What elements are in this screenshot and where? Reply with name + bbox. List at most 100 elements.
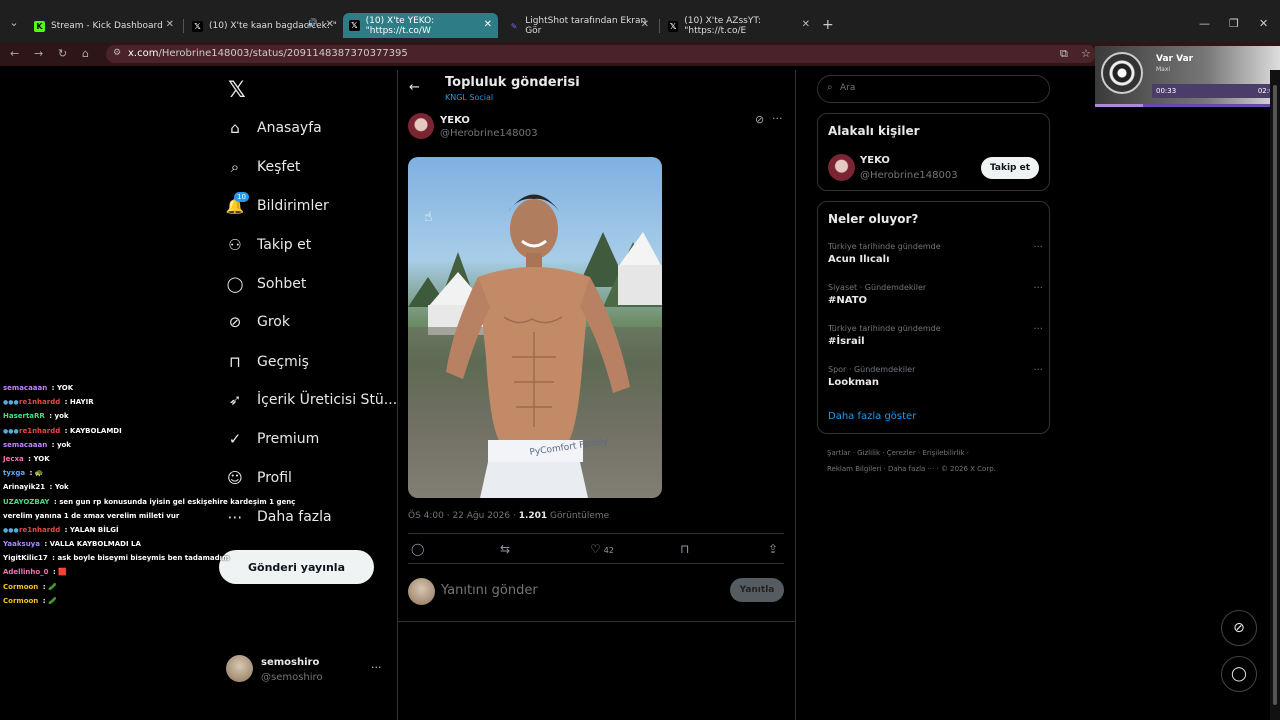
related-name[interactable]: YEKO: [860, 155, 890, 166]
chat-username[interactable]: re1nhardd: [19, 427, 60, 435]
repost-icon[interactable]: ⇆: [500, 542, 510, 556]
sidebar-item-1[interactable]: ⌕ Keşfet: [226, 154, 301, 180]
close-tab-icon[interactable]: ✕: [166, 19, 174, 30]
chat-username[interactable]: semacaaan: [3, 441, 47, 449]
search-icon: ⌕: [230, 158, 240, 176]
window-close-button[interactable]: ✕: [1259, 17, 1268, 30]
author-name[interactable]: YEKO: [440, 115, 470, 126]
avatar: [408, 578, 435, 605]
minimize-button[interactable]: —: [1199, 17, 1210, 30]
search-input[interactable]: ⌕ Ara: [817, 75, 1050, 103]
more-icon[interactable]: ···: [1033, 324, 1043, 335]
chat-username[interactable]: re1nhardd: [19, 398, 60, 406]
chat-username[interactable]: Adellinho_0: [3, 568, 49, 576]
follow-button[interactable]: Takip et: [981, 157, 1039, 179]
speaker-icon[interactable]: 🔊: [307, 19, 318, 29]
url-field[interactable]: ⚙ x.com/Herobrine148003/status/209114838…: [106, 45, 1096, 63]
post-image[interactable]: PyComfort Family ☝: [408, 157, 662, 498]
view-count: 1.201: [518, 511, 548, 521]
cast-icon[interactable]: ⧉: [1060, 47, 1068, 61]
trend-item[interactable]: Türkiye tarihinde gündemde #İsrail ···: [828, 324, 1043, 347]
chat-message: Cormoon : 🥒: [3, 582, 57, 591]
chat-username[interactable]: tyxga: [3, 469, 25, 477]
bookmark-icon[interactable]: ⊓: [680, 542, 689, 556]
trends-box: Neler oluyor? Türkiye tarihinde gündemde…: [817, 201, 1050, 434]
home-icon: ⌂: [230, 119, 240, 137]
sidebar-item-2[interactable]: 🔔 10 Bildirimler: [226, 192, 329, 219]
tab-x-kaan[interactable]: 𝕏 (10) X'te kaan bagdacicek: " 🔊 ✕: [186, 15, 340, 37]
tab-lightshot[interactable]: ✎ LightShot tarafından Ekran Gör ✕: [503, 15, 655, 37]
x-logo-icon[interactable]: 𝕏: [228, 78, 246, 103]
avatar[interactable]: [828, 154, 855, 181]
song-artist: Maxi: [1156, 66, 1171, 73]
reply-button[interactable]: Yanıtla: [730, 578, 784, 602]
tab-x-yeko[interactable]: 𝕏 (10) X'te YEKO: "https://t.co/W ✕: [343, 13, 498, 38]
new-tab-button[interactable]: +: [822, 17, 834, 33]
chat-username[interactable]: Yaaksuya: [3, 540, 40, 548]
tab-x-azssyt[interactable]: 𝕏 (10) X'te AZssYT: "https://t.co/E ✕: [662, 15, 816, 37]
author-avatar[interactable]: [408, 113, 434, 139]
chat-username[interactable]: Cormoon: [3, 597, 38, 605]
tab-search-menu-icon[interactable]: ⌄: [6, 16, 22, 32]
more-icon[interactable]: ···: [1033, 283, 1043, 294]
sidebar-item-label: Sohbet: [257, 276, 307, 292]
chat-username[interactable]: semacaaan: [3, 384, 47, 392]
trend-title: Lookman: [828, 377, 880, 388]
chat-username[interactable]: Arinayik21: [3, 483, 45, 491]
author-handle[interactable]: @Herobrine148003: [440, 128, 538, 139]
close-tab-icon[interactable]: ✕: [641, 19, 649, 30]
show-more-link[interactable]: Daha fazla göster: [828, 411, 916, 422]
close-tab-icon[interactable]: ✕: [326, 19, 334, 30]
music-player-widget: Var Var Maxi 00:33 02:06: [1095, 46, 1280, 107]
chat-username[interactable]: YigitKilic17: [3, 554, 48, 562]
sidebar-item-4[interactable]: ◯ Sohbet: [226, 271, 307, 297]
footer-links-1[interactable]: Şartlar · Gizlilik · Çerezler · Erişileb…: [827, 449, 969, 457]
chat-username[interactable]: Jecxa: [3, 455, 24, 463]
views-label: Görüntüleme: [550, 511, 610, 521]
site-info-icon[interactable]: ⚙: [113, 48, 121, 58]
more-icon[interactable]: ···: [1033, 242, 1043, 253]
trend-item[interactable]: Türkiye tarihinde gündemde Acun Ilıcalı ··…: [828, 242, 1043, 265]
post-timestamp[interactable]: ÖS 4:00 · 22 Ağu 2026 ·: [408, 511, 519, 521]
url-path: /Herobrine148003/status/2091148387370377…: [158, 48, 408, 59]
footer-links-2[interactable]: Reklam Bilgileri · Daha fazla ··· · © 20…: [827, 465, 996, 473]
community-link[interactable]: KNGL Social: [445, 93, 493, 102]
sidebar-item-5[interactable]: ⊘ Grok: [226, 309, 290, 335]
grok-icon[interactable]: ⊘: [755, 113, 764, 126]
bookmark-star-icon[interactable]: ☆: [1081, 47, 1091, 60]
back-nav-icon[interactable]: ←: [10, 47, 19, 60]
trend-item[interactable]: Spor · Gündemdekiler Lookman ···: [828, 365, 1043, 388]
close-tab-icon[interactable]: ✕: [802, 19, 810, 30]
chat-username[interactable]: HasertaRR: [3, 412, 45, 420]
reply-icon[interactable]: ◯: [411, 542, 424, 556]
more-icon[interactable]: ···: [772, 112, 783, 125]
share-icon[interactable]: ⇪: [768, 542, 778, 556]
like-button[interactable]: ♡ 42: [590, 542, 614, 556]
messages-fab-icon[interactable]: ◯: [1221, 656, 1257, 692]
more-icon[interactable]: ···: [1033, 365, 1043, 376]
trend-item[interactable]: Siyaset · Gündemdekiler #NATO ···: [828, 283, 1043, 306]
sidebar-item-label: Bildirimler: [257, 198, 329, 214]
grok-fab-icon[interactable]: ⊘: [1221, 610, 1257, 646]
home-nav-icon[interactable]: ⌂: [82, 47, 89, 60]
sidebar-item-3[interactable]: ⚇ Takip et: [226, 232, 311, 258]
chat-message: Adellinho_0 : 🟥: [3, 568, 67, 577]
reply-input[interactable]: Yanıtını gönder: [441, 583, 538, 598]
chat-text: 🐢: [34, 469, 44, 478]
more-icon[interactable]: ···: [371, 661, 382, 674]
close-tab-icon[interactable]: ✕: [484, 19, 492, 30]
sidebar-item-0[interactable]: ⌂ Anasayfa: [226, 115, 321, 141]
chat-username[interactable]: UZAYOZBAY: [3, 498, 50, 506]
trend-title: Acun Ilıcalı: [828, 254, 890, 265]
restore-button[interactable]: ❐: [1229, 17, 1239, 30]
related-handle[interactable]: @Herobrine148003: [860, 170, 958, 181]
reload-icon[interactable]: ↻: [58, 47, 67, 60]
tab-kick-dashboard[interactable]: K Stream - Kick Dashboard ✕: [28, 15, 180, 37]
scrollbar[interactable]: [1270, 70, 1280, 720]
chat-username[interactable]: Cormoon: [3, 583, 38, 591]
chat-username[interactable]: re1nhardd: [19, 526, 60, 534]
back-arrow-icon[interactable]: ←: [409, 80, 420, 95]
sidebar-item-6[interactable]: ⊓ Geçmiş: [226, 349, 309, 375]
bell-icon: 🔔 10: [226, 192, 249, 215]
forward-nav-icon[interactable]: →: [34, 47, 43, 60]
